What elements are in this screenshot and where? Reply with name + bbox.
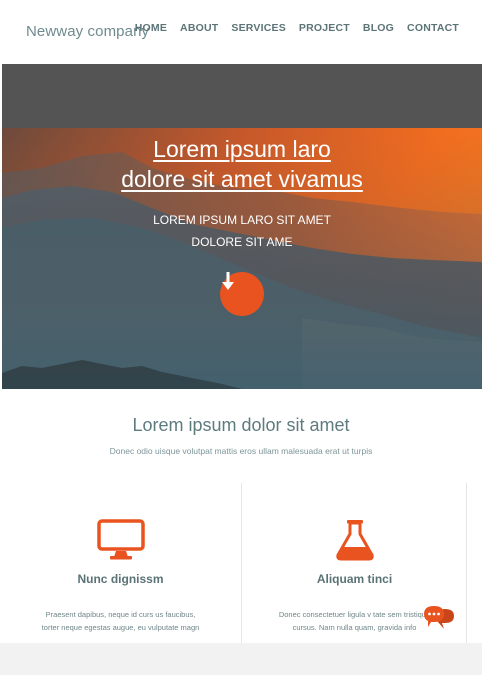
- hero-subtitle-line2: DOLORE SIT AME: [191, 235, 293, 249]
- feature-text: Praesent dapibus, neque id curs us fauci…: [0, 608, 241, 634]
- section-subtitle: Donec odio uisque volutpat mattis eros u…: [109, 446, 373, 456]
- nav-blog[interactable]: BLOG: [363, 22, 394, 34]
- logo[interactable]: Newway company: [26, 23, 149, 40]
- chat-button[interactable]: [423, 604, 455, 632]
- nav-project[interactable]: PROJECT: [299, 22, 350, 34]
- arrow-down-icon: [222, 272, 234, 290]
- hero-title[interactable]: Lorem ipsum laro dolore sit amet vivamus: [2, 134, 482, 194]
- nav-home[interactable]: HOME: [135, 22, 167, 34]
- hero-title-line1: Lorem ipsum laro: [153, 136, 331, 162]
- hero-subtitle-line1: LOREM IPSUM LARO SIT AMET: [153, 213, 331, 227]
- hero-banner: Lorem ipsum laro dolore sit amet vivamus…: [2, 128, 482, 389]
- monitor-icon: [96, 519, 145, 560]
- hero-subtitle: LOREM IPSUM LARO SIT AMET DOLORE SIT AME: [2, 209, 482, 253]
- page: Newway company HOME ABOUT SERVICES PROJE…: [0, 0, 482, 643]
- site-header: Newway company HOME ABOUT SERVICES PROJE…: [0, 0, 482, 64]
- feature-text-line2: torter neque egestas augue, eu vulputate…: [41, 623, 200, 632]
- feature-text-line1: Praesent dapibus, neque id curs us fauci…: [45, 610, 196, 619]
- feature-title: Aliquam tinci: [316, 572, 393, 586]
- gray-band: [2, 64, 482, 128]
- nav-services[interactable]: SERVICES: [231, 22, 286, 34]
- chat-bubbles-icon: [424, 606, 454, 629]
- flask-icon: [335, 520, 374, 561]
- nav-about[interactable]: ABOUT: [180, 22, 218, 34]
- page-bottom-area: [0, 643, 482, 675]
- section-title: Lorem ipsum dolor sit amet: [132, 415, 350, 435]
- main-nav: HOME ABOUT SERVICES PROJECT BLOG CONTACT: [135, 22, 459, 34]
- nav-contact[interactable]: CONTACT: [407, 22, 459, 34]
- hero-title-line2: dolore sit amet vivamus: [121, 166, 363, 192]
- feature-card: Nunc dignissm Praesent dapibus, neque id…: [0, 483, 241, 643]
- feature-title: Nunc dignissm: [77, 572, 164, 586]
- scroll-down-button[interactable]: [220, 272, 264, 316]
